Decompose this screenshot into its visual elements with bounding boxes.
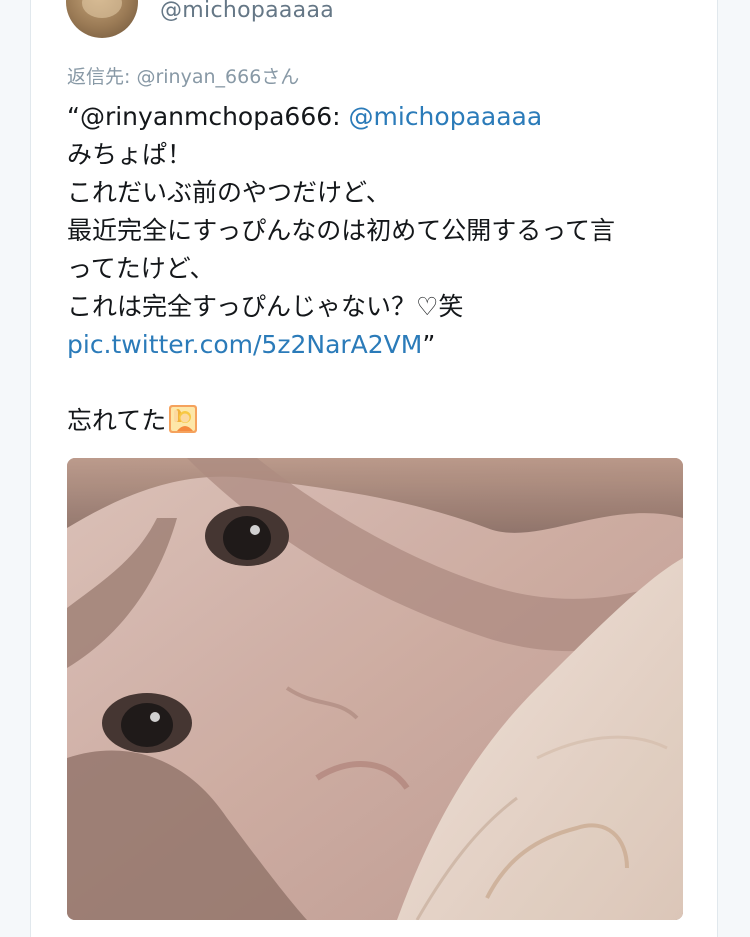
text-line: これだいぶ前のやつだけど、 bbox=[67, 178, 391, 207]
text-line: 最近完全にすっぴんなのは初めて公開するって言 bbox=[67, 216, 616, 245]
quote-close: ” bbox=[422, 330, 436, 359]
tweet-photo[interactable] bbox=[67, 458, 683, 920]
tweet-text: “@rinyanmchopa666: @michopaaaaa みちょぱ！ これ… bbox=[67, 98, 697, 440]
quote-mention-link[interactable]: @michopaaaaa bbox=[349, 102, 543, 131]
reply-to-label: 返信先: bbox=[67, 66, 131, 88]
quote-header-line: “@rinyanmchopa666: @michopaaaaa bbox=[67, 98, 697, 136]
text-line: みちょぱ！ bbox=[67, 140, 193, 169]
text-line: これは完全すっぴんじゃない？♡笑 bbox=[67, 292, 464, 321]
text-line: ってたけど、 bbox=[67, 254, 215, 283]
quote-author: “@rinyanmchopa666: bbox=[67, 102, 341, 131]
quote-link-line: pic.twitter.com/5z2NarA2VM” bbox=[67, 326, 697, 364]
person-raising-hand-emoji-icon bbox=[168, 404, 198, 434]
author-handle[interactable]: @michopaaaaa bbox=[160, 0, 334, 23]
tweet-page: @michopaaaaa 返信先: @rinyan_666さん “@rinyan… bbox=[0, 0, 750, 937]
selfie-photo-image bbox=[67, 458, 683, 920]
reply-to-line: 返信先: @rinyan_666さん bbox=[67, 62, 299, 89]
reply-to-user-link[interactable]: @rinyan_666さん bbox=[136, 66, 299, 88]
reply-text-line: 忘れてた bbox=[67, 402, 697, 440]
pic-link[interactable]: pic.twitter.com/5z2NarA2VM bbox=[67, 330, 422, 359]
reply-text: 忘れてた bbox=[67, 406, 167, 435]
